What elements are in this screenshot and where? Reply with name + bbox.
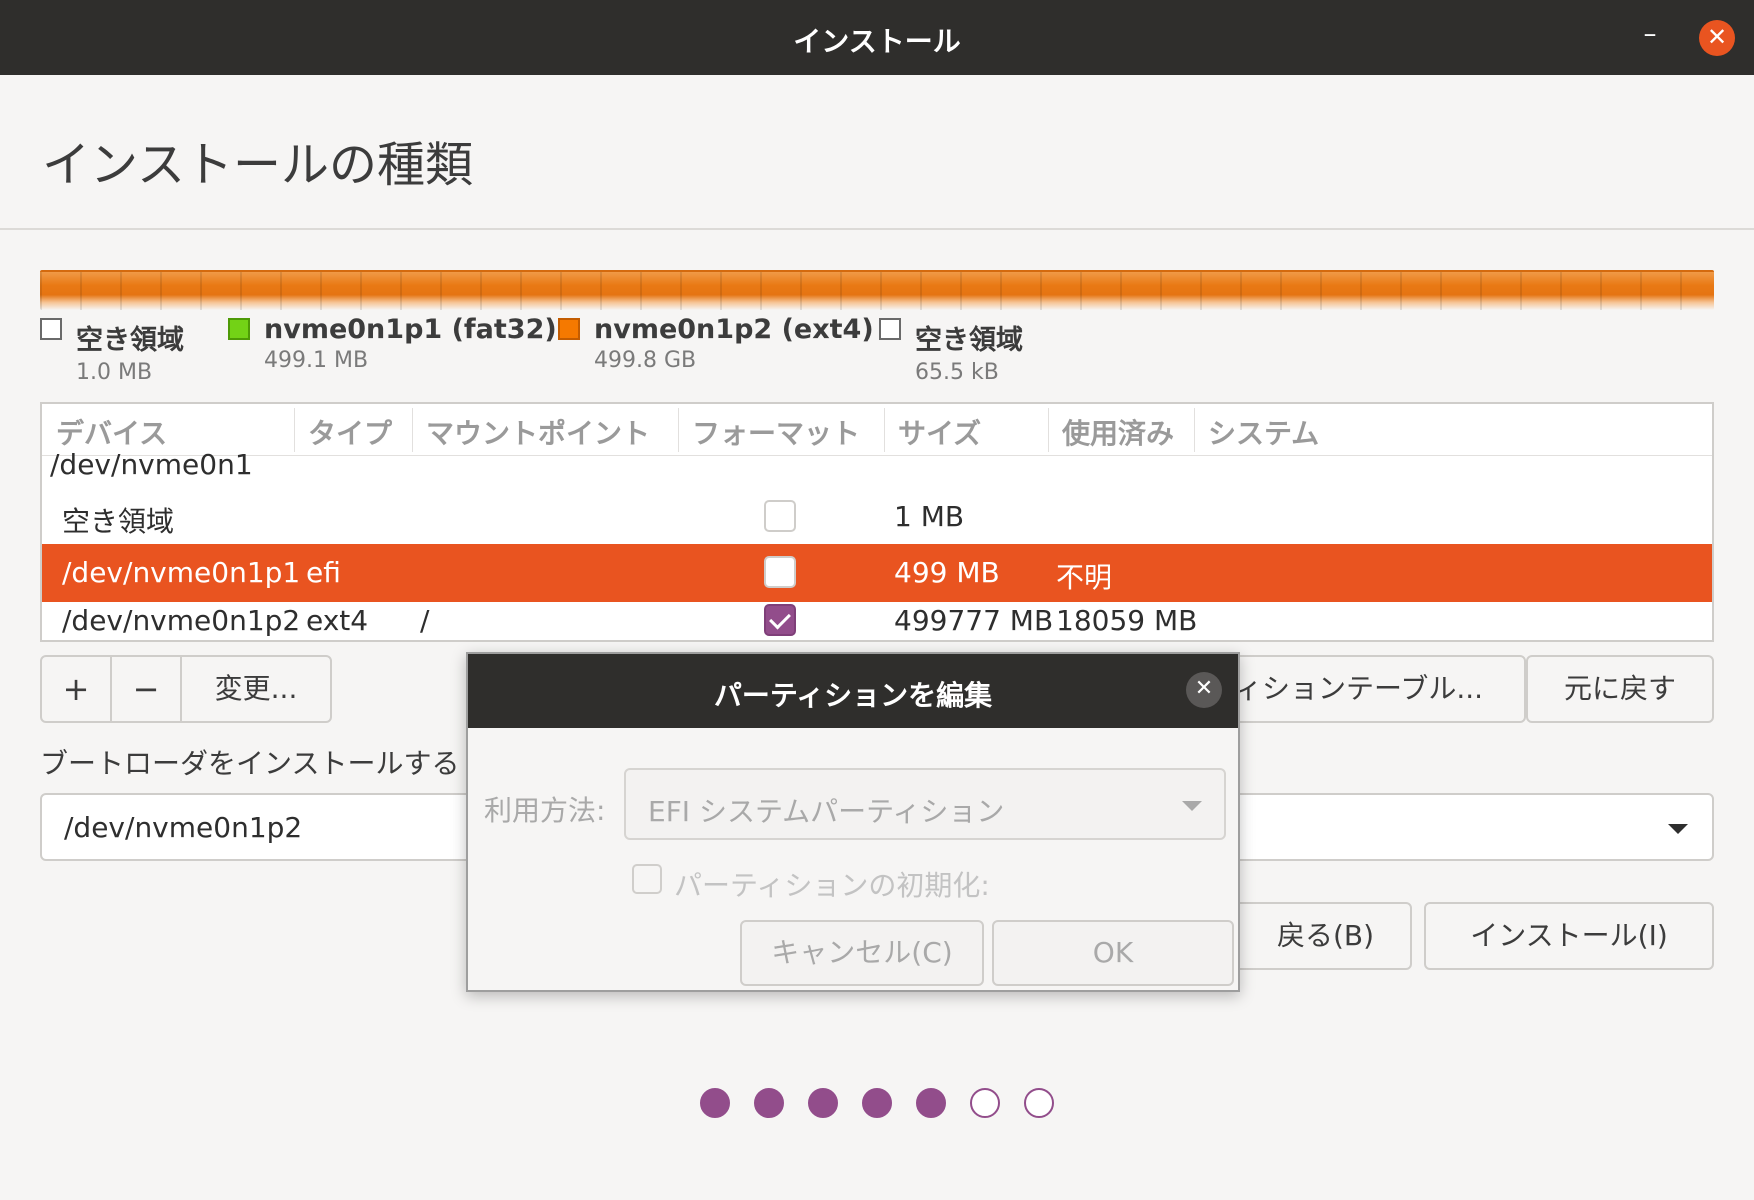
dropdown-arrow-icon: [1668, 824, 1688, 834]
legend-size: 499.8 GB: [594, 348, 697, 373]
legend-name: 空き領域: [915, 325, 1023, 356]
table-row[interactable]: 空き領域 1 MB: [42, 490, 1712, 546]
partition-toolbar: + − 変更...: [40, 655, 332, 723]
cell-type: ext4: [306, 604, 369, 637]
cell-mount: /: [420, 604, 430, 637]
cell-device: /dev/nvme0n1p1: [62, 556, 301, 589]
window-title: インストール: [793, 25, 961, 58]
partition-bar: [40, 270, 1714, 310]
dialog-titlebar: パーティションを編集 ✕: [468, 654, 1238, 728]
bootloader-label: ブートローダをインストールする: [40, 747, 460, 780]
group-device: /dev/nvme0n1: [50, 448, 253, 481]
legend-size: 499.1 MB: [264, 348, 369, 373]
cell-size: 499 MB: [894, 556, 1000, 589]
progress-dot-complete: [754, 1088, 784, 1118]
add-partition-button[interactable]: +: [42, 657, 110, 721]
legend-swatch: [228, 318, 250, 340]
back-button[interactable]: 戻る(B): [1220, 902, 1412, 970]
cell-device: /dev/nvme0n1p2: [62, 604, 301, 637]
minimize-button[interactable]: –: [1635, 21, 1665, 52]
new-partition-table-button[interactable]: ィションテーブル...: [1222, 655, 1526, 723]
cell-type: efi: [306, 556, 341, 589]
legend-name: 空き領域: [76, 325, 184, 356]
page-title: インストールの種類: [42, 137, 474, 193]
legend-swatch: [558, 318, 580, 340]
remove-partition-button[interactable]: −: [112, 657, 180, 721]
legend-swatch: [40, 318, 62, 340]
bootloader-device-value: /dev/nvme0n1p2: [64, 811, 303, 844]
progress-dot-complete: [862, 1088, 892, 1118]
partition-table[interactable]: デバイス タイプ マウントポイント フォーマット サイズ 使用済み システム /…: [40, 402, 1714, 642]
close-window-button[interactable]: ✕: [1699, 20, 1735, 56]
format-checkbox[interactable]: [764, 556, 796, 588]
cell-size: 1 MB: [894, 500, 965, 533]
use-as-value: EFI システムパーティション: [648, 795, 1005, 828]
legend-name: nvme0n1p1 (fat32): [264, 314, 557, 345]
legend-size: 65.5 kB: [915, 360, 999, 385]
progress-dot-pending: [970, 1088, 1000, 1118]
legend-size: 1.0 MB: [76, 360, 153, 385]
cell-device: 空き領域: [62, 505, 175, 538]
header-divider: [0, 228, 1754, 230]
install-button[interactable]: インストール(I): [1424, 902, 1714, 970]
dropdown-arrow-icon: [1182, 801, 1202, 811]
window-titlebar: インストール – ✕: [0, 0, 1754, 75]
ok-button[interactable]: OK: [992, 920, 1234, 986]
cell-used: 不明: [1056, 561, 1113, 594]
cancel-button[interactable]: キャンセル(C): [740, 920, 984, 986]
progress-dot-complete: [700, 1088, 730, 1118]
dialog-close-button[interactable]: ✕: [1186, 672, 1222, 708]
legend-name: nvme0n1p2 (ext4): [594, 314, 874, 345]
use-as-label: 利用方法:: [484, 794, 606, 827]
progress-dot-complete: [916, 1088, 946, 1118]
format-checkbox-checked[interactable]: [764, 604, 796, 636]
progress-dot-pending: [1024, 1088, 1054, 1118]
format-checkbox[interactable]: [764, 500, 796, 532]
dialog-title: パーティションを編集: [713, 679, 993, 712]
format-partition-checkbox[interactable]: [632, 864, 662, 894]
change-partition-button[interactable]: 変更...: [182, 657, 330, 721]
table-row[interactable]: /dev/nvme0n1p2 ext4 / 499777 MB 18059 MB: [42, 602, 1712, 640]
cell-size: 499777 MB: [894, 604, 1054, 637]
edit-partition-dialog: パーティションを編集 ✕ 利用方法: EFI システムパーティション パーティシ…: [466, 652, 1240, 992]
revert-button[interactable]: 元に戻す: [1526, 655, 1714, 723]
progress-dot-complete: [808, 1088, 838, 1118]
format-partition-label: パーティションの初期化:: [674, 869, 990, 902]
table-group-row[interactable]: /dev/nvme0n1: [42, 440, 1712, 484]
cell-used: 18059 MB: [1056, 604, 1198, 637]
table-row-selected[interactable]: /dev/nvme0n1p1 efi 499 MB 不明: [42, 544, 1712, 602]
use-as-select[interactable]: EFI システムパーティション: [624, 768, 1226, 840]
legend-swatch: [879, 318, 901, 340]
